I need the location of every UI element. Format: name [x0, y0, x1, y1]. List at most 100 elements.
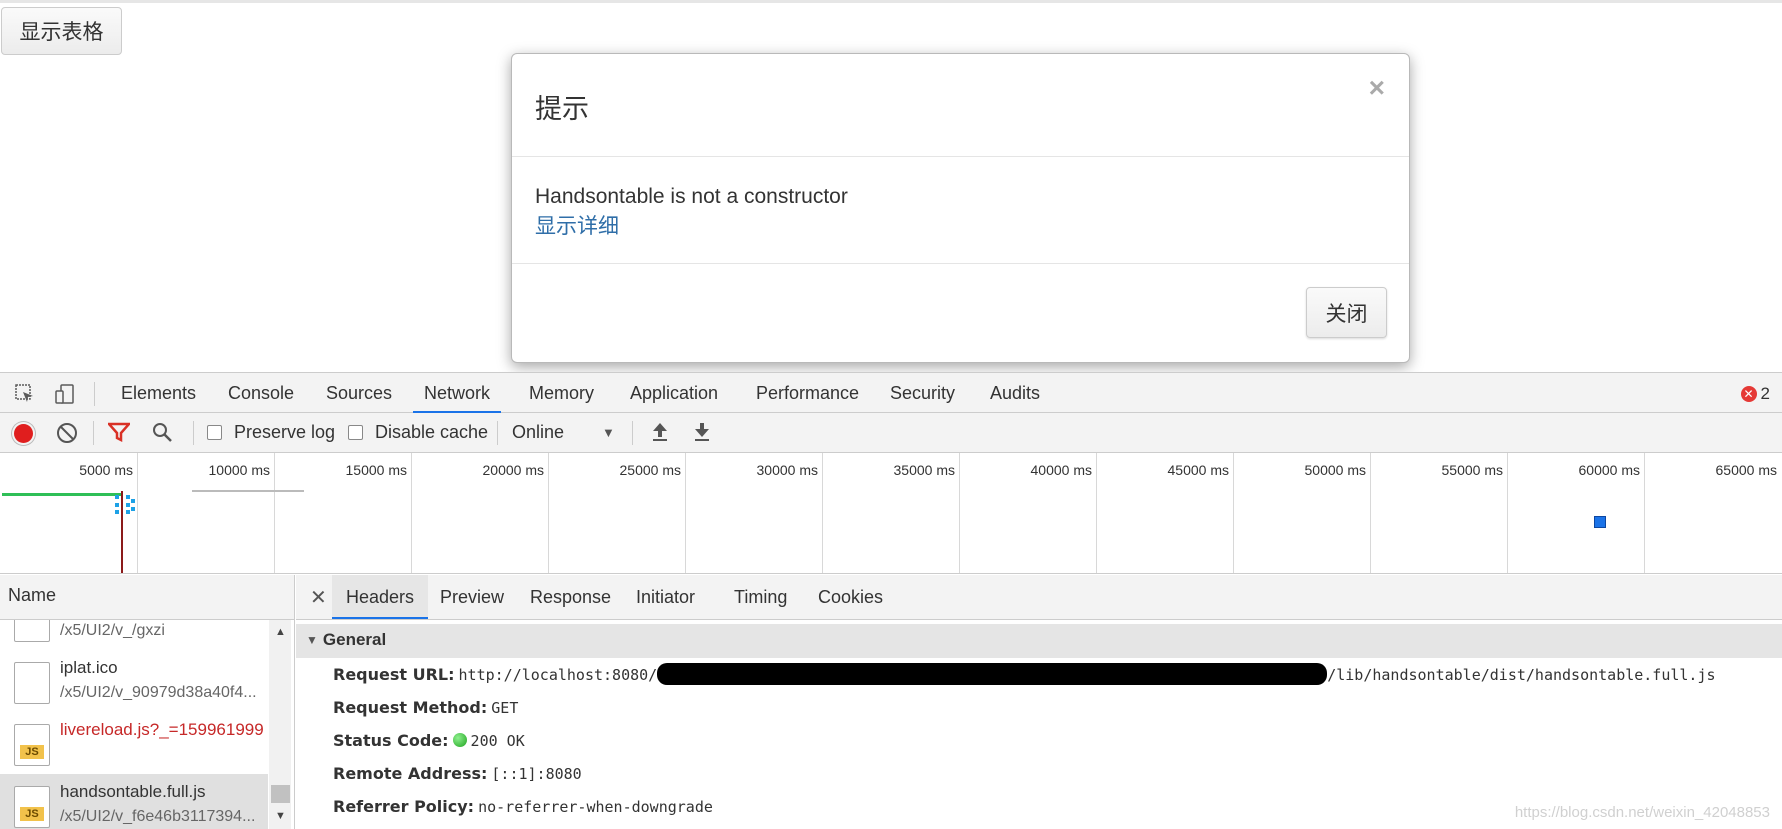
tab-security[interactable]: Security — [888, 373, 957, 413]
watermark: https://blog.csdn.net/weixin_42048853 — [1514, 804, 1770, 821]
import-har-icon[interactable] — [650, 421, 670, 449]
timeline-request-dot — [131, 499, 135, 503]
tab-headers[interactable]: Headers — [332, 575, 429, 619]
dialog-body: Handsontable is not a constructor 显示详细 — [512, 157, 1409, 264]
scroll-down-icon[interactable]: ▼ — [275, 810, 286, 822]
request-url-label: Request URL: — [333, 665, 455, 684]
network-toolbar: Preserve log Disable cache Online ▼ — [0, 413, 1782, 453]
triangle-down-icon: ▼ — [306, 633, 318, 647]
show-table-button[interactable]: 显示表格 — [1, 7, 122, 55]
request-path: /x5/UI2/v_90979d38a40f4... — [60, 684, 257, 701]
timeline-tick-label: 10000 ms — [208, 462, 270, 478]
chevron-down-icon[interactable]: ▼ — [602, 425, 615, 440]
tab-application[interactable]: Application — [628, 373, 720, 413]
tab-memory[interactable]: Memory — [527, 373, 596, 413]
throttling-select[interactable]: Online — [512, 422, 564, 443]
error-count: 2 — [1760, 384, 1770, 403]
export-har-icon[interactable] — [692, 421, 712, 449]
request-row[interactable]: handsontable.full.js /x5/UI2/v_f6e46b311… — [0, 774, 268, 829]
filter-icon[interactable] — [106, 422, 132, 448]
tab-audits[interactable]: Audits — [988, 373, 1042, 413]
request-name: handsontable.full.js — [60, 782, 206, 801]
tab-response[interactable]: Response — [516, 575, 625, 619]
search-icon[interactable] — [151, 421, 173, 449]
timeline-gridline — [1370, 453, 1371, 573]
timeline-gridline — [137, 453, 138, 573]
divider — [497, 421, 498, 445]
name-column-header[interactable]: Name — [0, 575, 294, 620]
detail-tabbar: ✕ Headers Preview Response Initiator Tim… — [296, 575, 1782, 620]
referrer-policy-value: no-referrer-when-downgrade — [478, 798, 713, 816]
devtools-tabbar: Elements Console Sources Network Memory … — [0, 372, 1782, 413]
redacted-block — [657, 663, 1328, 685]
request-row[interactable]: iplat.ico /x5/UI2/v_90979d38a40f4... — [0, 650, 268, 712]
tab-preview[interactable]: Preview — [426, 575, 518, 619]
timeline-tick-label: 65000 ms — [1715, 462, 1777, 478]
request-path: /x5/UI2/v_/gxzi — [60, 622, 165, 639]
timeline-request-bar — [192, 490, 304, 492]
dialog-header: 提示 × — [512, 54, 1409, 157]
inspect-element-icon[interactable] — [14, 383, 36, 405]
request-list: /x5/UI2/v_/gxzi iplat.ico /x5/UI2/v_9097… — [0, 620, 294, 829]
record-icon[interactable] — [14, 424, 33, 443]
request-url-row: Request URL: http://localhost:8080/ /lib/h… — [296, 658, 1782, 691]
status-ok-icon — [452, 733, 467, 747]
tab-cookies[interactable]: Cookies — [804, 575, 897, 619]
preserve-log-checkbox[interactable] — [207, 425, 222, 440]
tab-performance[interactable]: Performance — [754, 373, 861, 413]
error-counter[interactable]: ✕ 2 — [1740, 384, 1770, 404]
tab-initiator[interactable]: Initiator — [622, 575, 709, 619]
dialog-title: 提示 — [535, 94, 589, 125]
timeline-tick-label: 35000 ms — [893, 462, 955, 478]
divider — [93, 421, 94, 445]
clear-icon[interactable] — [57, 423, 77, 443]
request-name: iplat.ico — [60, 658, 118, 677]
scrollbar-thumb[interactable] — [271, 785, 290, 803]
timeline-request-dot — [126, 495, 130, 499]
request-path: /x5/UI2/v_f6e46b3117394... — [60, 808, 256, 825]
js-file-icon — [14, 786, 50, 828]
scroll-up-icon[interactable]: ▲ — [275, 626, 286, 638]
referrer-policy-label: Referrer Policy: — [333, 797, 475, 816]
timeline-request-dot — [131, 507, 135, 511]
request-method-value: GET — [491, 699, 519, 717]
tab-network[interactable]: Network — [413, 373, 502, 413]
timeline-gridline — [1096, 453, 1097, 573]
request-row[interactable]: livereload.js?_=159961999 — [0, 712, 268, 774]
timeline-tick-label: 15000 ms — [345, 462, 407, 478]
request-row[interactable]: /x5/UI2/v_/gxzi — [0, 620, 268, 650]
tab-timing[interactable]: Timing — [720, 575, 801, 619]
close-icon[interactable]: × — [1369, 72, 1385, 104]
timeline-tick-label: 30000 ms — [756, 462, 818, 478]
timeline-request-dot — [115, 510, 119, 514]
timeline-tick-label: 45000 ms — [1167, 462, 1229, 478]
timeline-tick-label: 5000 ms — [79, 462, 133, 478]
disable-cache-label: Disable cache — [375, 422, 489, 442]
timeline-request-dot — [115, 503, 119, 507]
timeline-tick-label: 20000 ms — [482, 462, 544, 478]
tab-console[interactable]: Console — [226, 373, 296, 413]
close-icon[interactable]: ✕ — [310, 585, 327, 610]
device-toolbar-icon[interactable] — [54, 383, 76, 405]
timeline-gridline — [822, 453, 823, 573]
preserve-log-label: Preserve log — [234, 422, 336, 442]
timeline-gridline — [1507, 453, 1508, 573]
network-timeline-overview[interactable]: 5000 ms 10000 ms 15000 ms 20000 ms 25000… — [0, 453, 1782, 574]
timeline-dom-content-loaded-bar — [2, 493, 122, 496]
network-details-area: Name /x5/UI2/v_/gxzi iplat.ico /x5/UI2/v… — [0, 575, 1782, 829]
timeline-request-marker — [1594, 516, 1606, 528]
general-section-header[interactable]: ▼ General — [296, 624, 1782, 658]
tab-elements[interactable]: Elements — [119, 373, 198, 413]
disable-cache-checkbox[interactable] — [348, 425, 363, 440]
remote-address-value: [::1]:8080 — [491, 765, 582, 783]
show-details-link[interactable]: 显示详细 — [535, 211, 1386, 241]
timeline-tick-label: 40000 ms — [1030, 462, 1092, 478]
close-button[interactable]: 关闭 — [1306, 287, 1387, 338]
timeline-request-dot — [115, 495, 119, 499]
file-icon — [14, 620, 50, 642]
tab-sources[interactable]: Sources — [324, 373, 394, 413]
timeline-tick-label: 55000 ms — [1441, 462, 1503, 478]
js-file-icon — [14, 724, 50, 766]
divider — [94, 382, 95, 406]
error-icon: ✕ — [1740, 386, 1757, 402]
